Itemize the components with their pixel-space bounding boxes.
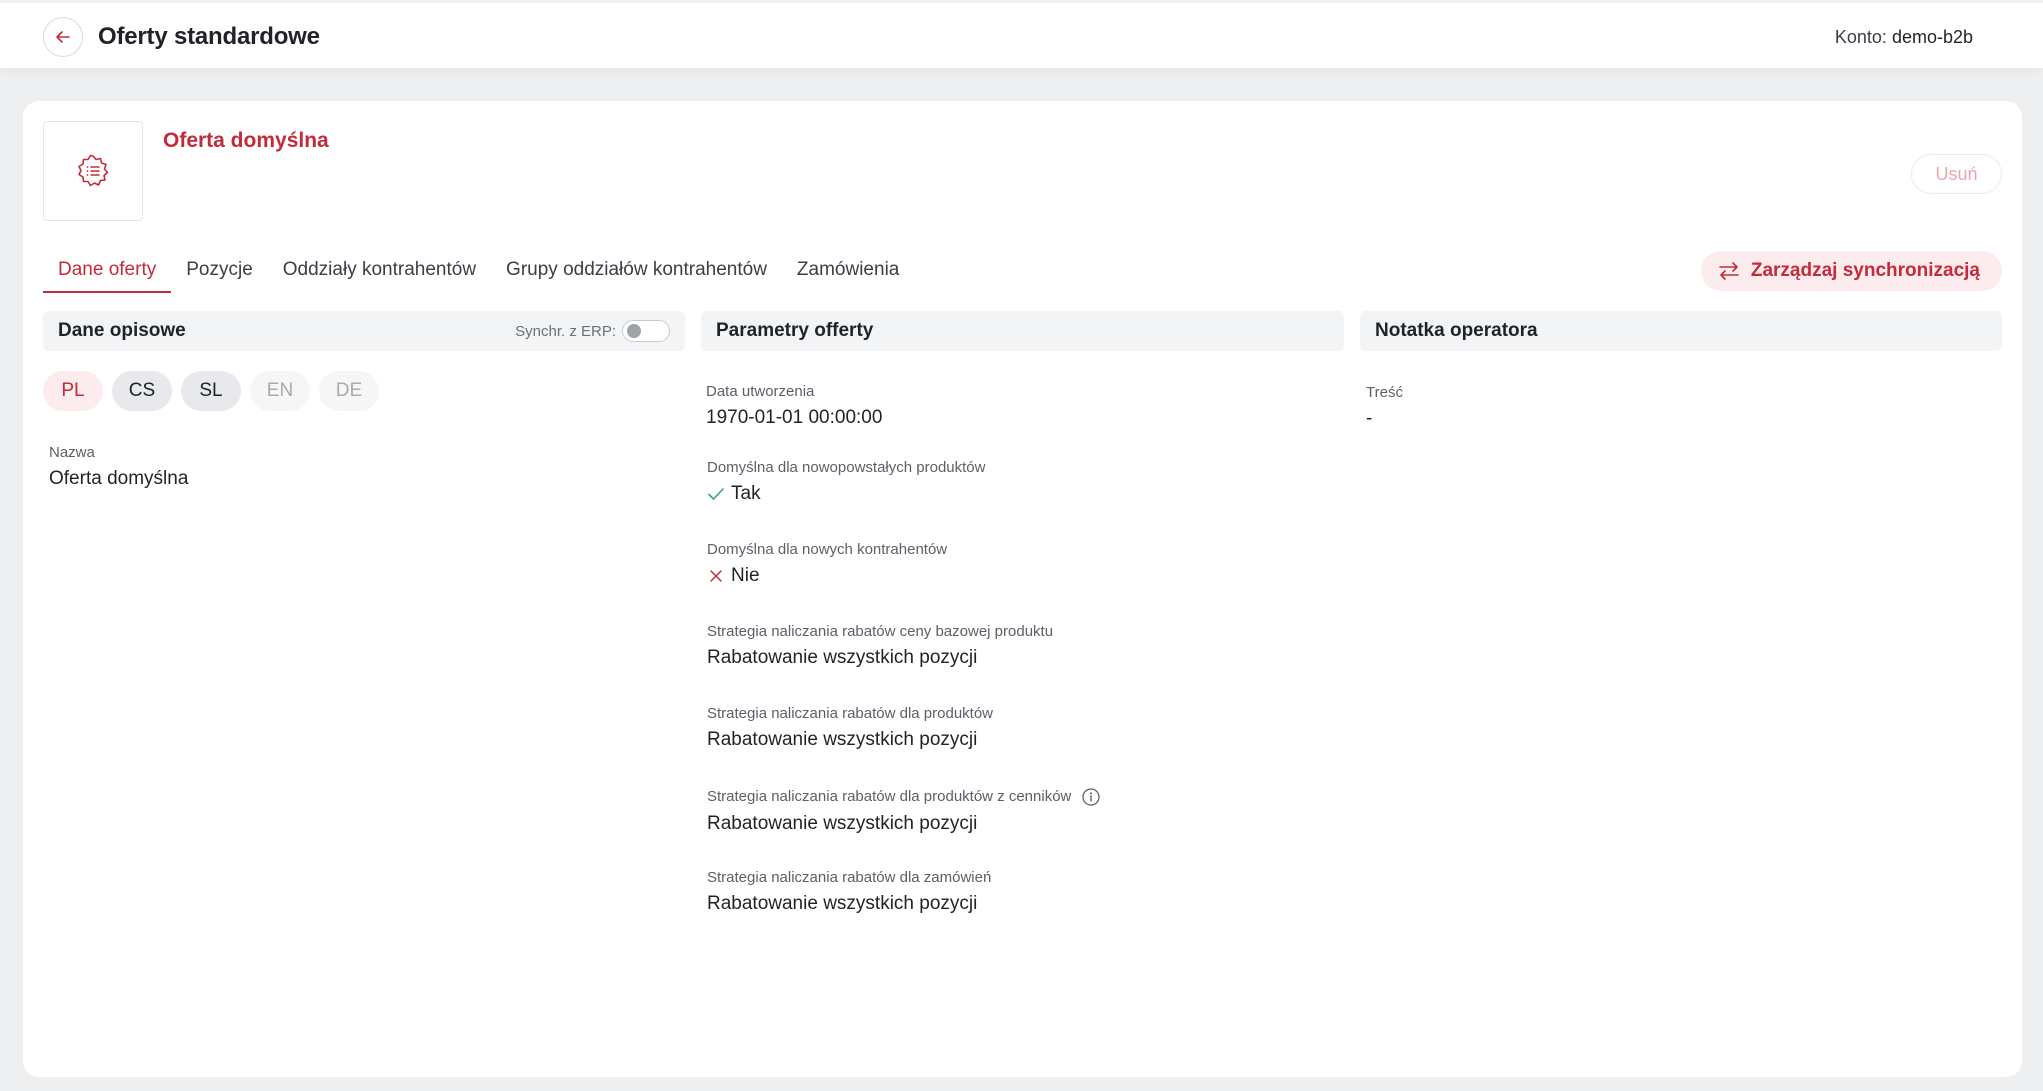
erp-sync-label: Synchr. z ERP: — [515, 322, 616, 340]
check-icon — [708, 488, 724, 500]
offer-card: Oferta domyślna Usuń Dane oferty Pozycje… — [23, 101, 2022, 1077]
field-value: 1970-01-01 00:00:00 — [706, 407, 883, 428]
delete-button[interactable]: Usuń — [1911, 154, 2002, 194]
arrow-left-icon — [56, 31, 70, 43]
note-content-value: - — [1366, 408, 1373, 429]
info-icon[interactable] — [1081, 787, 1101, 807]
account-info: Konto: demo-b2b — [1835, 27, 1973, 48]
field-label: Domyślna dla nowopowstałych produktów — [707, 459, 986, 476]
tab-dane-oferty[interactable]: Dane oferty — [43, 249, 172, 293]
field-label: Strategia naliczania rabatów dla produkt… — [707, 787, 1101, 807]
tab-zamowienia[interactable]: Zamówienia — [782, 249, 914, 293]
field-label-text: Strategia naliczania rabatów dla produkt… — [707, 788, 1072, 805]
toggle-knob — [627, 324, 641, 338]
lang-en[interactable]: EN — [250, 371, 310, 411]
field-value: Rabatowanie wszystkich pozycji — [707, 813, 978, 834]
back-button[interactable] — [43, 17, 83, 57]
parameters-panel-header: Parametry offerty — [701, 311, 1344, 351]
field-label: Domyślna dla nowych kontrahentów — [707, 541, 948, 558]
tab-oddzialy-kontrahentow[interactable]: Oddziały kontrahentów — [268, 249, 491, 293]
name-label: Nazwa — [49, 444, 95, 461]
base-price-strategy-field: Strategia naliczania rabatów ceny bazowe… — [707, 623, 1053, 669]
pricelist-strategy-field: Strategia naliczania rabatów dla produkt… — [707, 787, 1101, 835]
parameters-panel-title: Parametry offerty — [716, 320, 874, 341]
tab-bar: Dane oferty Pozycje Oddziały kontrahentó… — [43, 249, 914, 293]
note-panel-header: Notatka operatora — [1360, 311, 2002, 351]
lang-pl[interactable]: PL — [43, 371, 103, 411]
created-date-field: Data utworzenia 1970-01-01 00:00:00 — [706, 383, 882, 429]
descriptive-panel-header: Dane opisowe Synchr. z ERP: — [43, 311, 685, 351]
field-value-text: Nie — [731, 565, 760, 586]
arrows-swap-icon — [1719, 262, 1739, 280]
note-panel-title: Notatka operatora — [1375, 320, 1538, 341]
offer-name: Oferta domyślna — [163, 129, 329, 152]
field-value: Rabatowanie wszystkich pozycji — [707, 893, 978, 914]
cross-icon — [710, 570, 722, 582]
account-label: Konto: — [1834, 27, 1887, 47]
manage-sync-label: Zarządzaj synchronizacją — [1750, 260, 1980, 281]
lang-cs[interactable]: CS — [112, 371, 172, 411]
field-label: Strategia naliczania rabatów dla zamówie… — [707, 869, 992, 886]
products-strategy-field: Strategia naliczania rabatów dla produkt… — [707, 705, 993, 751]
field-label: Strategia naliczania rabatów dla produkt… — [707, 705, 994, 722]
descriptive-panel-title: Dane opisowe — [58, 320, 186, 341]
field-value: Rabatowanie wszystkich pozycji — [707, 647, 978, 668]
erp-sync-toggle[interactable] — [622, 320, 670, 342]
lang-de[interactable]: DE — [319, 371, 379, 411]
note-content-label: Treść — [1366, 384, 1403, 401]
orders-strategy-field: Strategia naliczania rabatów dla zamówie… — [707, 869, 991, 915]
language-tabs: PL CS SL EN DE — [43, 371, 379, 411]
name-field: Nazwa Oferta domyślna — [49, 444, 188, 490]
tab-grupy-oddzialow-kontrahentow[interactable]: Grupy oddziałów kontrahentów — [491, 249, 782, 293]
default-new-contractors-field: Domyślna dla nowych kontrahentów Nie — [707, 541, 947, 587]
field-label: Data utworzenia — [706, 383, 815, 400]
field-value: Rabatowanie wszystkich pozycji — [707, 729, 978, 750]
field-value: Tak — [707, 483, 985, 505]
page-title: Oferty standardowe — [98, 23, 320, 50]
account-value: demo-b2b — [1891, 27, 1973, 47]
note-content-field: Treść - — [1366, 384, 1403, 430]
manage-sync-button[interactable]: Zarządzaj synchronizacją — [1700, 251, 2002, 291]
field-value: Nie — [707, 565, 947, 587]
lang-sl[interactable]: SL — [181, 371, 241, 411]
name-value: Oferta domyślna — [49, 468, 189, 489]
erp-sync: Synchr. z ERP: — [515, 320, 670, 342]
default-new-products-field: Domyślna dla nowopowstałych produktów Ta… — [707, 459, 985, 505]
tab-pozycje[interactable]: Pozycje — [171, 249, 268, 293]
field-label: Strategia naliczania rabatów ceny bazowe… — [707, 623, 1054, 640]
gear-list-icon — [78, 154, 109, 187]
top-bar: Oferty standardowe Konto: demo-b2b — [0, 0, 2043, 68]
field-value-text: Tak — [731, 483, 761, 504]
offer-avatar — [43, 121, 143, 221]
